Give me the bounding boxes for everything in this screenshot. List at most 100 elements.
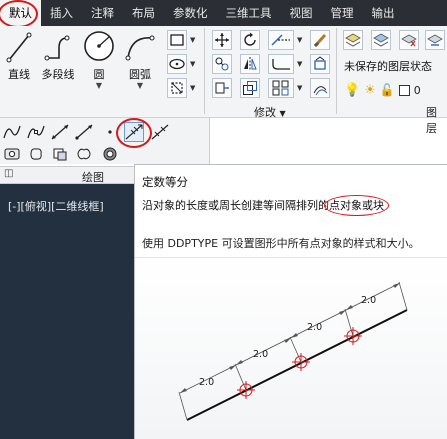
ray-button[interactable] [74,122,94,142]
move-icon [215,33,229,47]
menu-tab-manage[interactable]: 管理 [322,0,363,26]
measure-button[interactable] [150,122,170,142]
rectangle-button[interactable] [167,30,187,50]
tooltip-description-text: 沿对象的长度或周长创建等间隔排列的 [142,199,329,212]
divided-object-line [186,309,408,421]
layer-color-swatch [398,84,410,96]
circle-button[interactable]: 圆 ▼ [82,28,116,90]
rotate-button[interactable] [240,30,260,50]
panel-separator [204,28,205,114]
lock-icon[interactable]: 🔓 [380,83,395,97]
menu-tab-insert[interactable]: 插入 [41,0,82,26]
layers-panel-title[interactable]: 图层 [426,104,447,136]
ellipse-button[interactable] [167,54,187,74]
offset-button[interactable] [310,78,330,98]
circle-icon [84,31,114,61]
arc-icon [125,35,155,61]
menu-tab-view[interactable]: 视图 [281,0,322,26]
modify-panel-dropdown-icon[interactable]: ▼ [280,109,286,118]
construction-line-icon [51,124,69,140]
revision-cloud-icon [77,148,91,160]
stretch-button[interactable] [212,78,232,98]
menu-tab-default[interactable]: 默认 [0,0,41,28]
spline-cv-button[interactable] [26,122,46,142]
segment-label: 2.0 [199,377,214,388]
trim-dropdown-icon[interactable]: ▼ [297,36,302,44]
draw-panel-title: 绘图 [82,171,104,184]
circle-label: 圆 [93,68,105,81]
pin-icon[interactable]: ◫ [4,168,13,179]
fillet-icon [272,59,290,70]
region-button[interactable] [2,146,22,162]
menu-tab-annotate[interactable]: 注释 [82,0,123,26]
fillet-dropdown-icon[interactable]: ▼ [297,60,302,68]
layer-isolate-button[interactable] [399,30,419,50]
ellipse-icon [169,58,185,70]
line-button[interactable]: 直线 [4,30,34,82]
move-button[interactable] [212,30,232,50]
scale-button[interactable] [240,78,260,98]
lightbulb-icon[interactable]: 💡 [344,83,360,98]
mirror-button[interactable] [240,54,260,74]
wipeout-icon [53,148,67,161]
layer-properties-button[interactable] [343,30,363,50]
tool-tooltip: 定数等分 沿对象的长度或周长创建等间隔排列的点对象或块 使用 DDPTYPE 可… [134,164,447,439]
polyline-label: 多段线 [41,68,75,81]
explode-icon [314,56,326,70]
donut-button[interactable] [100,146,120,162]
sun-icon[interactable]: ☀ [364,83,376,98]
trim-button[interactable] [268,30,294,50]
fillet-button[interactable] [268,54,294,74]
segment-label: 2.0 [361,295,376,306]
layer-state-label[interactable]: 未保存的图层状态 [344,58,432,74]
rectangle-dropdown-icon[interactable]: ▼ [190,36,195,44]
layer-match-button[interactable] [425,30,445,50]
copy-button[interactable] [212,54,232,74]
array-icon [272,80,289,96]
drawing-viewport[interactable]: [-][俯视][二维线框] [0,184,134,439]
ellipse-dropdown-icon[interactable]: ▼ [190,60,195,68]
viewport-controls-label[interactable]: [-][俯视][二维线框] [8,198,104,214]
scale-icon [243,81,257,95]
layer-state-icon [373,33,389,47]
circle-dropdown-icon[interactable]: ▼ [82,82,116,90]
tooltip-illustration: 2.0 2.0 2.0 2.0 [135,258,447,439]
spline-cv-icon [27,125,45,139]
array-dropdown-icon[interactable]: ▼ [297,84,302,92]
arc-dropdown-icon[interactable]: ▼ [122,82,158,90]
polyline-button[interactable]: 多段线 [38,30,78,82]
divide-illustration-svg: 2.0 2.0 2.0 2.0 [178,281,408,421]
array-button[interactable] [268,78,294,98]
construction-line-button[interactable] [50,122,70,142]
boundary-button[interactable] [26,146,46,162]
panel-separator [336,28,337,114]
erase-button[interactable] [310,30,330,50]
donut-icon [103,147,117,161]
ribbon: 直线 多段线 圆 ▼ 圆弧 ▼ ▼ ▼ ▼ ▼ ▼ ▼ 修改 ▼ 未保存的图层状… [0,26,447,135]
division-point-marker [292,353,310,371]
menu-tab-output[interactable]: 输出 [363,0,404,26]
modify-panel-title[interactable]: 修改 ▼ [254,104,286,120]
draw-panel-bar[interactable]: ◫ 绘图 [0,166,134,184]
erase-icon [313,33,327,48]
arc-button[interactable]: 圆弧 ▼ [122,30,158,90]
layer-state-button[interactable] [371,30,391,50]
wipeout-button[interactable] [50,146,70,162]
revision-cloud-button[interactable] [74,146,94,162]
mirror-icon [244,57,257,71]
layer-dropdown[interactable]: 💡 ☀ 🔓 0 [344,81,447,99]
spline-fit-button[interactable] [2,122,22,142]
hatch-icon [171,82,183,94]
menu-tab-parametric[interactable]: 参数化 [164,0,217,26]
layer-properties-icon [345,33,361,47]
menu-tab-layout[interactable]: 布局 [123,0,164,26]
hatch-dropdown-icon[interactable]: ▼ [190,84,195,92]
tooltip-tip: 使用 DDPTYPE 可设置图形中所有点对象的样式和大小。 [142,237,420,250]
hatch-button[interactable] [167,78,187,98]
arc-label: 圆弧 [129,68,151,81]
explode-button[interactable] [310,54,330,74]
line-icon [6,32,32,63]
menu-tab-3d-tools[interactable]: 三维工具 [217,0,281,26]
ray-icon [75,124,93,140]
copy-icon [215,57,229,71]
